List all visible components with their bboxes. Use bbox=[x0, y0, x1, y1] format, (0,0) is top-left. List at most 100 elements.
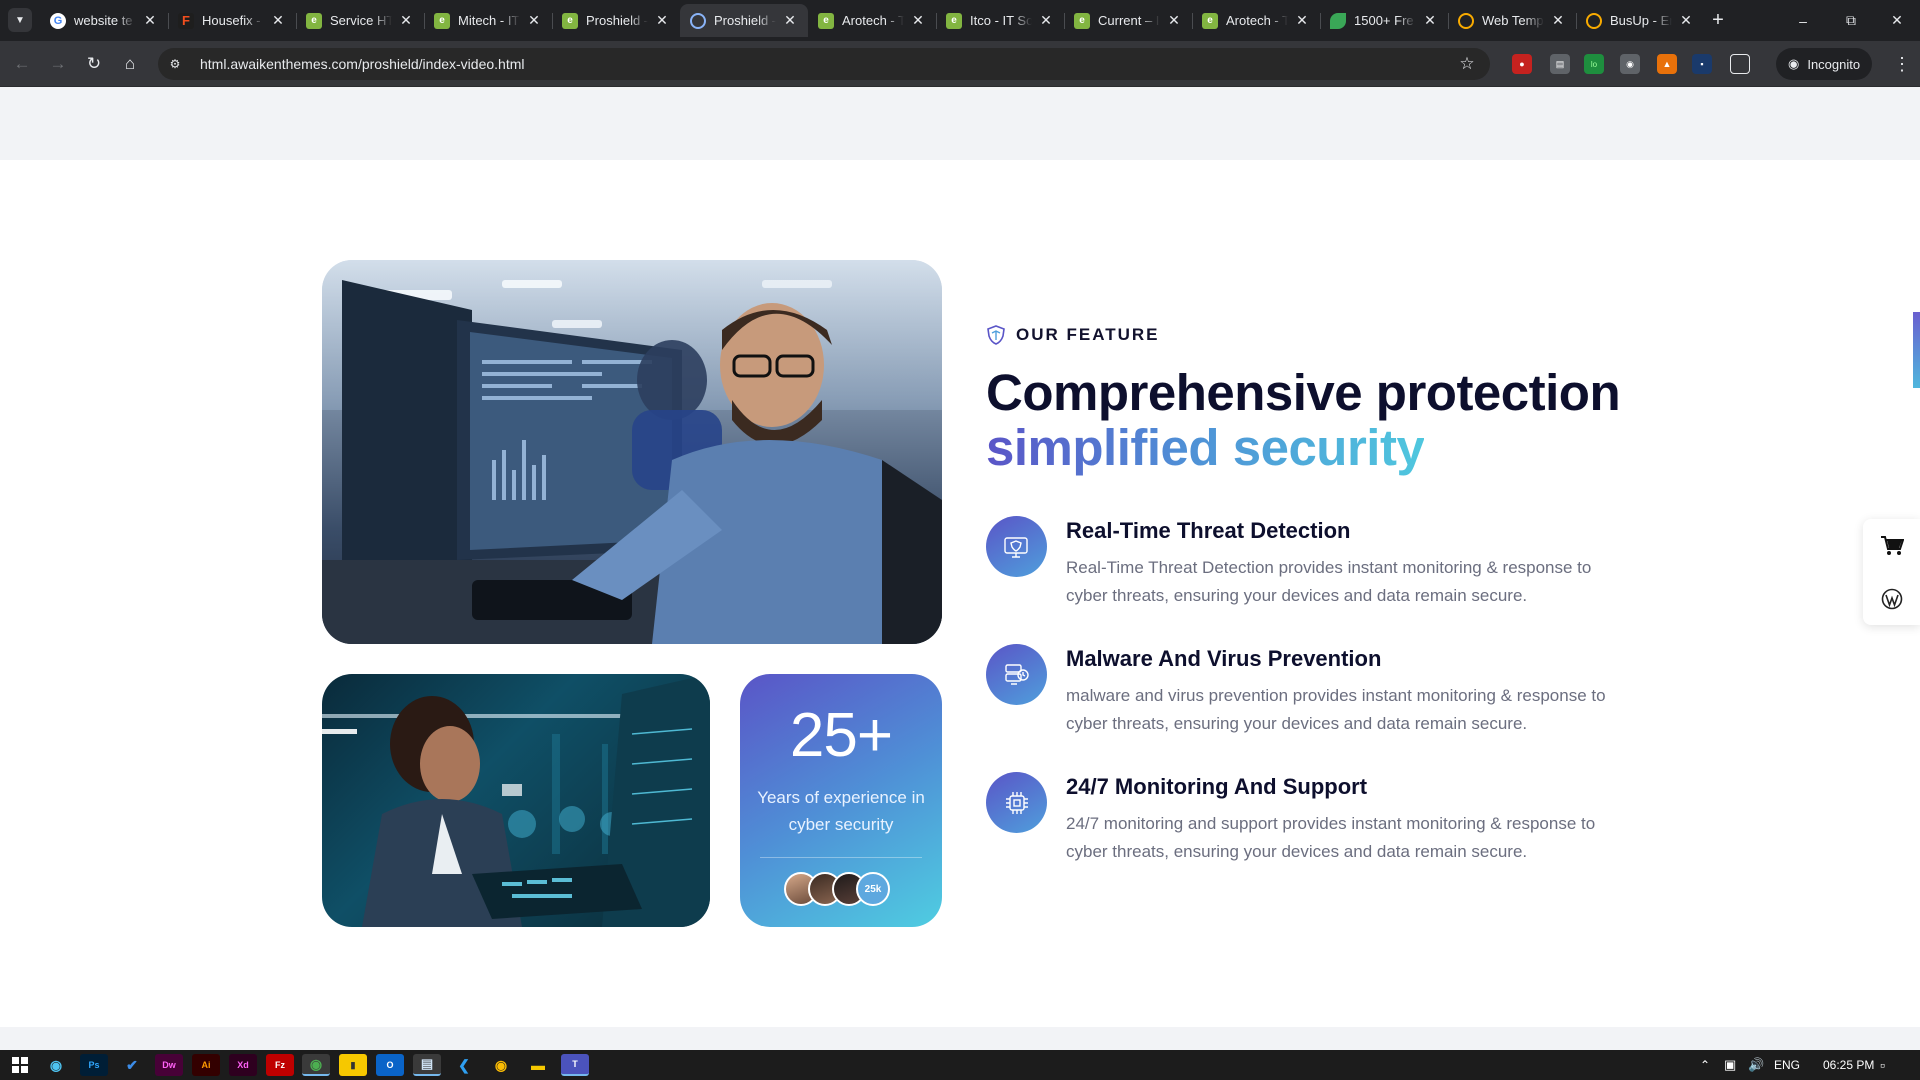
tab-close-icon[interactable]: ✕ bbox=[1294, 12, 1310, 29]
tab-close-icon[interactable]: ✕ bbox=[782, 12, 798, 29]
tab-list: Gwebsite te ✕ F Housefix - ✕ e Service HT ✕ e Mit… bbox=[40, 4, 1704, 37]
tab-title: Itco - IT So bbox=[970, 13, 1032, 28]
incognito-badge[interactable]: ◉ Incognito bbox=[1776, 48, 1873, 80]
previous-section-band bbox=[0, 87, 1920, 160]
tab[interactable]: e Mitech - IT ✕ bbox=[424, 4, 552, 37]
show-hidden-icons-icon[interactable]: ⌃ bbox=[1700, 1050, 1710, 1080]
tab-close-icon[interactable]: ✕ bbox=[270, 12, 286, 29]
minimize-icon[interactable]: – bbox=[1780, 0, 1826, 41]
extension-printer-icon[interactable]: ▤ bbox=[1550, 54, 1570, 74]
tab[interactable]: Web Temp ✕ bbox=[1448, 4, 1576, 37]
tab[interactable]: 1500+ Fre ✕ bbox=[1320, 4, 1448, 37]
tab-close-icon[interactable]: ✕ bbox=[398, 12, 414, 29]
avatar-count-badge: 25k bbox=[856, 872, 890, 906]
tab-close-icon[interactable]: ✕ bbox=[654, 12, 670, 29]
tab-close-icon[interactable]: ✕ bbox=[526, 12, 542, 29]
extension-red-icon[interactable]: ● bbox=[1512, 54, 1532, 74]
vscode-icon[interactable]: ❮ bbox=[450, 1054, 478, 1076]
floating-side-toolbar bbox=[1863, 519, 1920, 625]
outlook-icon[interactable]: O bbox=[376, 1054, 404, 1076]
section-eyebrow: OUR FEATURE bbox=[986, 325, 1160, 345]
address-bar[interactable]: ⚙ html.awaikenthemes.com/proshield/index… bbox=[158, 48, 1490, 80]
restore-icon[interactable]: ⧉ bbox=[1828, 0, 1874, 41]
volume-icon[interactable]: 🔊 bbox=[1748, 1050, 1764, 1080]
section-heading-highlight: simplified security bbox=[986, 419, 1425, 476]
avatar-group: 25k bbox=[784, 872, 890, 906]
tab[interactable]: e Service HT ✕ bbox=[296, 4, 424, 37]
tab-title: Web Temp bbox=[1482, 13, 1544, 28]
tab-close-icon[interactable]: ✕ bbox=[1038, 12, 1054, 29]
tab-close-icon[interactable]: ✕ bbox=[1678, 12, 1694, 29]
scroll-progress-indicator bbox=[1913, 312, 1920, 388]
home-icon[interactable]: ⌂ bbox=[116, 50, 144, 78]
teams-icon[interactable]: T bbox=[561, 1054, 589, 1076]
url-text[interactable]: html.awaikenthemes.com/proshield/index-v… bbox=[200, 56, 1452, 72]
close-window-icon[interactable]: ✕ bbox=[1874, 0, 1920, 41]
todo-check-icon[interactable]: ✔ bbox=[118, 1054, 146, 1076]
incognito-icon: ◉ bbox=[1788, 56, 1800, 71]
analyst-at-computer-photo bbox=[322, 260, 942, 644]
tab[interactable]: e Arotech - T ✕ bbox=[1192, 4, 1320, 37]
notifications-icon[interactable]: ▫ bbox=[1880, 1050, 1885, 1080]
monitor-shield-icon bbox=[986, 516, 1047, 577]
photoshop-icon[interactable]: Ps bbox=[80, 1054, 108, 1076]
tab-close-icon[interactable]: ✕ bbox=[910, 12, 926, 29]
incognito-label: Incognito bbox=[1807, 56, 1861, 72]
experience-stat-card: 25+ Years of experience in cyber securit… bbox=[740, 674, 942, 927]
illustrator-icon[interactable]: Ai bbox=[192, 1054, 220, 1076]
chrome-icon[interactable]: ◉ bbox=[487, 1054, 515, 1076]
extension-orange-icon[interactable]: ▲ bbox=[1657, 54, 1677, 74]
envato-icon: e bbox=[818, 12, 834, 29]
reload-icon[interactable]: ↻ bbox=[80, 50, 108, 78]
tab-active[interactable]: Proshield - ✕ bbox=[680, 4, 808, 37]
tab[interactable]: e Current – I ✕ bbox=[1064, 4, 1192, 37]
tab[interactable]: Gwebsite te ✕ bbox=[40, 4, 168, 37]
extension-green-icon[interactable]: lo bbox=[1584, 54, 1604, 74]
tab-title: Proshield - bbox=[714, 13, 776, 28]
envato-icon: e bbox=[1202, 12, 1218, 29]
language-indicator[interactable]: ENG bbox=[1774, 1050, 1800, 1080]
forward-arrow-icon[interactable]: → bbox=[44, 50, 72, 78]
notepad-icon[interactable]: ▤ bbox=[413, 1054, 441, 1076]
edge-icon[interactable]: ◉ bbox=[42, 1054, 70, 1076]
tab-search-chevron-icon[interactable]: ▼ bbox=[8, 8, 32, 32]
site-info-icon[interactable]: ⚙ bbox=[162, 51, 188, 77]
cart-icon[interactable] bbox=[1863, 519, 1920, 572]
page-viewport: 25+ Years of experience in cyber securit… bbox=[0, 87, 1920, 1050]
chrome-taskbar-icon[interactable]: ◉ bbox=[302, 1054, 330, 1076]
webtemplate-icon bbox=[1458, 12, 1474, 29]
tab[interactable]: e Proshield - ✕ bbox=[552, 4, 680, 37]
tab[interactable]: F Housefix - ✕ bbox=[168, 4, 296, 37]
section-heading: Comprehensive protection bbox=[986, 364, 1621, 421]
dreamweaver-icon[interactable]: Dw bbox=[155, 1054, 183, 1076]
back-arrow-icon[interactable]: ← bbox=[8, 50, 36, 78]
tab-close-icon[interactable]: ✕ bbox=[1166, 12, 1182, 29]
envato-icon: e bbox=[562, 12, 578, 29]
feature-title: 24/7 Monitoring And Support bbox=[1066, 774, 1368, 799]
tab[interactable]: e Itco - IT So ✕ bbox=[936, 4, 1064, 37]
tab-title: BusUp - Er bbox=[1610, 13, 1672, 28]
file-explorer-icon[interactable]: ▬ bbox=[524, 1054, 552, 1076]
feature-description: 24/7 monitoring and support provides ins… bbox=[1066, 814, 1596, 861]
tab-close-icon[interactable]: ✕ bbox=[142, 12, 158, 29]
bookmark-star-icon[interactable]: ☆ bbox=[1452, 54, 1482, 74]
filezilla-icon[interactable]: Fz bbox=[266, 1054, 294, 1076]
chip-icon bbox=[986, 772, 1047, 833]
tab[interactable]: BusUp - Er ✕ bbox=[1576, 4, 1704, 37]
sticky-notes-icon[interactable]: ▮ bbox=[339, 1054, 367, 1076]
wordpress-icon[interactable] bbox=[1863, 572, 1920, 625]
extension-blue-icon[interactable]: ▪ bbox=[1692, 54, 1712, 74]
clock-time[interactable]: 06:25 PM bbox=[1823, 1050, 1874, 1080]
extensions-puzzle-icon[interactable] bbox=[1730, 54, 1750, 74]
extension-camera-icon[interactable]: ◉ bbox=[1620, 54, 1640, 74]
network-icon[interactable]: ▣ bbox=[1724, 1050, 1736, 1080]
browser-menu-icon[interactable]: ⋮ bbox=[1890, 50, 1914, 78]
tab-close-icon[interactable]: ✕ bbox=[1422, 12, 1438, 29]
new-tab-button[interactable]: + bbox=[1704, 8, 1732, 32]
tab[interactable]: e Arotech - T ✕ bbox=[808, 4, 936, 37]
tab-close-icon[interactable]: ✕ bbox=[1550, 12, 1566, 29]
xd-icon[interactable]: Xd bbox=[229, 1054, 257, 1076]
envato-icon: e bbox=[1074, 12, 1090, 29]
woman-at-laptop-photo bbox=[322, 674, 710, 927]
windows-start-icon[interactable] bbox=[6, 1054, 34, 1076]
